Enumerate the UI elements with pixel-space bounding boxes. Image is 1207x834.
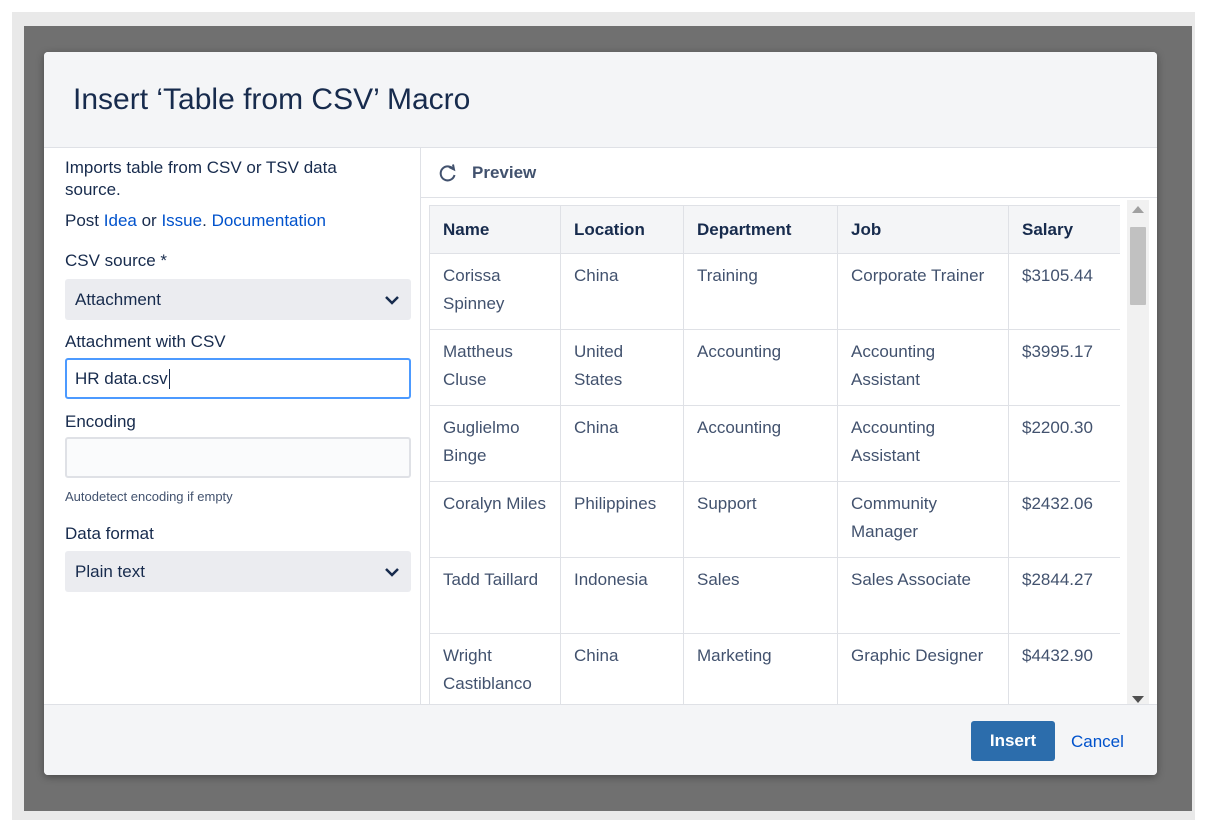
table-cell: Sales	[683, 557, 838, 634]
table-cell: Philippines	[560, 481, 684, 558]
table-cell: Training	[683, 253, 838, 330]
table-cell: $3105.44	[1008, 253, 1120, 330]
or-text: or	[141, 211, 157, 230]
column-header: Department	[683, 205, 838, 254]
column-header: Name	[429, 205, 561, 254]
attachment-input[interactable]: HR data.csv	[65, 358, 411, 399]
preview-label: Preview	[472, 162, 537, 182]
encoding-label: Encoding	[65, 412, 136, 431]
preview-panel: Preview Name Location Department Job Sal…	[421, 148, 1157, 704]
table-cell: Support	[683, 481, 838, 558]
post-text: Post	[65, 211, 100, 230]
issue-link[interactable]: Issue	[161, 211, 202, 230]
table-cell: Indonesia	[560, 557, 684, 634]
dialog-footer: Insert Cancel	[44, 704, 1157, 775]
table-header-row: Name Location Department Job Salary	[429, 205, 1120, 254]
csv-source-value: Attachment	[75, 289, 161, 309]
table-cell: Tadd Taillard	[429, 557, 561, 634]
text-caret	[168, 368, 170, 389]
table-cell: Marketing	[683, 633, 838, 704]
table-row: Tadd Taillard Indonesia Sales Sales Asso…	[429, 557, 1120, 634]
scrollbar-thumb[interactable]	[1130, 227, 1146, 305]
attachment-value: HR data.csv	[75, 368, 168, 388]
dialog-title: Insert ‘Table from CSV’ Macro	[73, 83, 471, 116]
scroll-down-arrow-icon[interactable]	[1132, 696, 1144, 703]
data-format-select[interactable]: Plain text	[65, 551, 411, 592]
encoding-help-text: Autodetect encoding if empty	[65, 489, 233, 504]
table-cell: Accounting Assistant	[837, 329, 1009, 406]
insert-button[interactable]: Insert	[971, 721, 1055, 761]
table-row: Wright Castiblanco China Marketing Graph…	[429, 633, 1120, 704]
cancel-link[interactable]: Cancel	[1071, 732, 1124, 752]
table-cell: $4432.90	[1008, 633, 1120, 704]
table-cell: Graphic Designer	[837, 633, 1009, 704]
dialog-header: Insert ‘Table from CSV’ Macro	[44, 52, 1157, 148]
preview-scrollbar[interactable]	[1127, 200, 1149, 704]
macro-links: Post Idea or Issue. Documentation	[65, 211, 326, 231]
csv-source-label: CSV source *	[65, 251, 168, 270]
chevron-down-icon	[385, 567, 399, 577]
table-row: Corissa Spinney China Training Corporate…	[429, 253, 1120, 330]
chevron-down-icon	[385, 295, 399, 305]
table-row: Mattheus Cluse United States Accounting …	[429, 329, 1120, 406]
preview-table-container: Name Location Department Job Salary Cori…	[429, 205, 1120, 704]
preview-table: Name Location Department Job Salary Cori…	[429, 205, 1120, 704]
table-cell: China	[560, 253, 684, 330]
table-row: Guglielmo Binge China Accounting Account…	[429, 405, 1120, 482]
table-row: Coralyn Miles Philippines Support Commun…	[429, 481, 1120, 558]
encoding-input[interactable]	[65, 437, 411, 478]
period-text: .	[202, 211, 207, 230]
column-header: Location	[560, 205, 684, 254]
insert-macro-dialog: Insert ‘Table from CSV’ Macro Imports ta…	[44, 52, 1157, 775]
table-cell: China	[560, 633, 684, 704]
data-format-value: Plain text	[75, 561, 145, 581]
table-cell: Accounting	[683, 329, 838, 406]
preview-toolbar[interactable]: Preview	[421, 148, 1157, 198]
column-header: Salary	[1008, 205, 1120, 254]
csv-source-select[interactable]: Attachment	[65, 279, 411, 320]
table-cell: Accounting	[683, 405, 838, 482]
table-cell: Guglielmo Binge	[429, 405, 561, 482]
table-cell: Mattheus Cluse	[429, 329, 561, 406]
table-cell: Corporate Trainer	[837, 253, 1009, 330]
table-cell: $2844.27	[1008, 557, 1120, 634]
table-cell: Corissa Spinney	[429, 253, 561, 330]
column-header: Job	[837, 205, 1009, 254]
refresh-icon[interactable]	[438, 163, 458, 183]
documentation-link[interactable]: Documentation	[212, 211, 326, 230]
table-cell: Accounting Assistant	[837, 405, 1009, 482]
table-cell: Coralyn Miles	[429, 481, 561, 558]
table-cell: $2200.30	[1008, 405, 1120, 482]
attachment-label: Attachment with CSV	[65, 332, 226, 351]
table-cell: $2432.06	[1008, 481, 1120, 558]
table-cell: Sales Associate	[837, 557, 1009, 634]
idea-link[interactable]: Idea	[104, 211, 137, 230]
table-cell: $3995.17	[1008, 329, 1120, 406]
macro-parameters-panel: Imports table from CSV or TSV data sourc…	[44, 148, 421, 704]
table-cell: Wright Castiblanco	[429, 633, 561, 704]
table-cell: China	[560, 405, 684, 482]
macro-description: Imports table from CSV or TSV data sourc…	[65, 158, 337, 199]
table-cell: United States	[560, 329, 684, 406]
table-cell: Community Manager	[837, 481, 1009, 558]
scroll-up-arrow-icon[interactable]	[1132, 206, 1144, 213]
data-format-label: Data format	[65, 524, 154, 543]
